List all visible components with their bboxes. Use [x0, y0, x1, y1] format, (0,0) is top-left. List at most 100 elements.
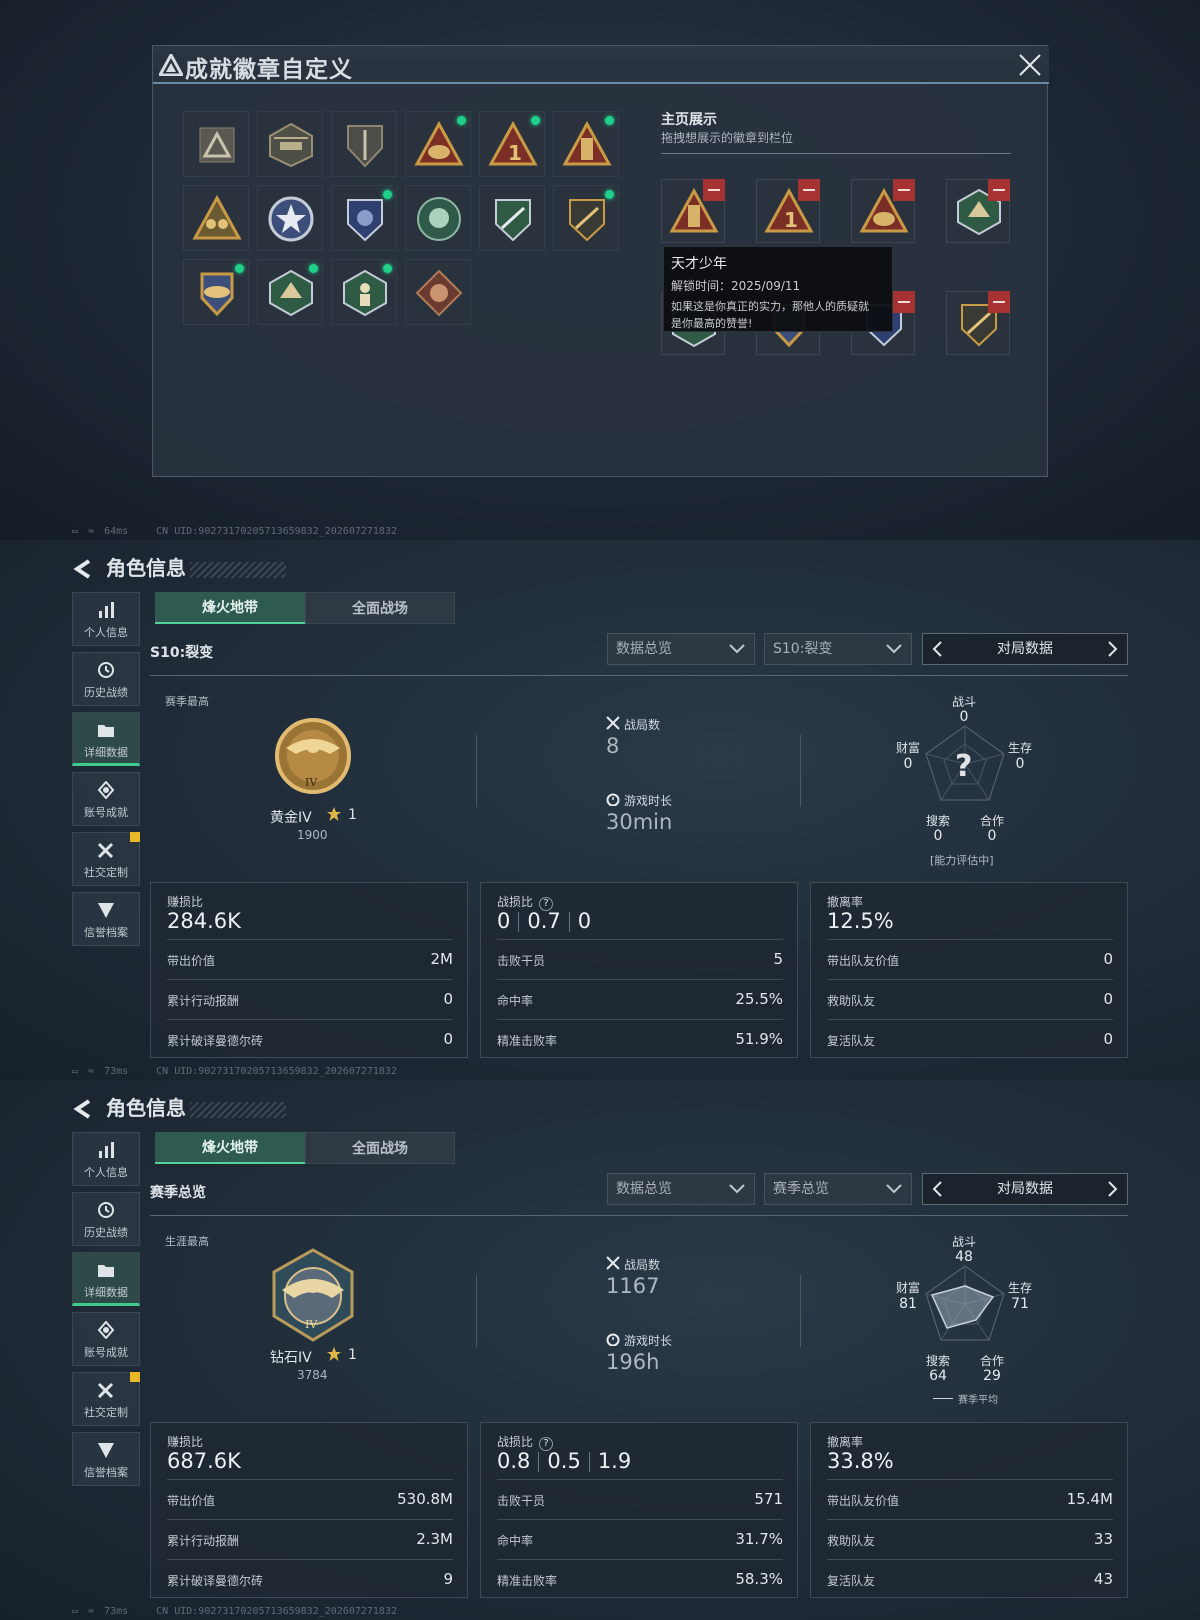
divider — [800, 735, 801, 807]
radar-survive-label: 生存 — [1007, 1281, 1032, 1295]
bar-chart-icon — [99, 1142, 114, 1158]
display-slot-2[interactable]: 1 — [756, 179, 820, 243]
sidebar-item-history[interactable]: 历史战绩 — [72, 1192, 140, 1246]
tab-battlefield[interactable]: 全面战场 — [305, 1132, 455, 1164]
sidebar-label: 账号成就 — [84, 1346, 128, 1359]
sidebar-item-credit[interactable]: 信誉档案 — [72, 1432, 140, 1486]
remove-badge-button[interactable] — [988, 179, 1010, 201]
dropdown-value: 数据总览 — [616, 641, 672, 657]
season-dropdown[interactable]: 赛季总览 — [764, 1173, 912, 1205]
chevron-right-icon[interactable] — [1107, 1181, 1119, 1197]
ratio-value-2: 0.7 — [527, 909, 561, 933]
season-best-label: 赛季最高 — [165, 695, 209, 708]
remove-badge-button[interactable] — [798, 179, 820, 201]
medal-icon — [97, 781, 115, 799]
rank-star-count: 1 — [348, 1347, 357, 1363]
back-arrow-icon[interactable] — [72, 558, 94, 580]
sidebar-item-history[interactable]: 历史战绩 — [72, 652, 140, 706]
sidebar-item-personal-info[interactable]: 个人信息 — [72, 592, 140, 646]
stat-value: 0 — [443, 990, 453, 1008]
badge-police-shield[interactable] — [331, 185, 397, 251]
badge-star-wreath[interactable] — [257, 185, 323, 251]
stat-row: 带出价值 530.8M — [167, 1479, 453, 1519]
profile-season-screen: 角色信息 个人信息 历史战绩 详细数据 账号成就 社交定制 信誉档案 烽火地带 … — [0, 540, 1200, 1080]
playtime-label: 游戏时长 — [624, 794, 673, 808]
back-arrow-icon[interactable] — [72, 1098, 94, 1120]
stat-key: 击败干员 — [497, 1494, 546, 1508]
badge-wings-shield[interactable] — [183, 259, 249, 325]
tab-battlefield[interactable]: 全面战场 — [305, 592, 455, 624]
badge-green-rifle[interactable] — [479, 185, 545, 251]
radar-coop-label: 合作 — [979, 814, 1004, 828]
sidebar-label: 历史战绩 — [84, 1226, 128, 1239]
data-overview-dropdown[interactable]: 数据总览 — [607, 633, 755, 665]
close-icon[interactable] — [1017, 52, 1043, 78]
radar-search-label: 搜索 — [925, 814, 950, 828]
sidebar-label: 个人信息 — [84, 1166, 128, 1179]
ratio-value-1: 0.8 — [497, 1449, 531, 1473]
sidebar-item-credit[interactable]: 信誉档案 — [72, 892, 140, 946]
wifi-icon: ≈ — [88, 1605, 95, 1617]
card-value: 12.5% — [827, 909, 894, 933]
chevron-left-icon[interactable] — [931, 1181, 943, 1197]
sidebar-item-achievements[interactable]: 账号成就 — [72, 1312, 140, 1366]
tab-warzone[interactable]: 烽火地带 — [155, 1132, 305, 1164]
display-slot-1[interactable] — [661, 179, 725, 243]
tools-icon — [97, 842, 114, 859]
chevron-left-icon[interactable] — [931, 641, 943, 657]
legend-line — [933, 1398, 953, 1399]
badge-gold-rifle[interactable] — [553, 185, 619, 251]
display-slot-4[interactable] — [946, 179, 1010, 243]
chevron-right-icon[interactable] — [1107, 641, 1119, 657]
stat-row: 救助队友 33 — [827, 1519, 1113, 1559]
folder-icon — [98, 1265, 114, 1277]
sidebar-item-social[interactable]: 社交定制 — [72, 832, 140, 886]
card-value: 284.6K — [167, 909, 241, 933]
tools-icon — [97, 1382, 114, 1399]
display-slot-3[interactable] — [851, 179, 915, 243]
remove-badge-button[interactable] — [893, 179, 915, 201]
badge-green-emblem[interactable] — [405, 185, 471, 251]
sidebar-item-details[interactable]: 详细数据 — [72, 712, 140, 766]
divider — [476, 1275, 477, 1347]
sidebar-label: 社交定制 — [84, 866, 128, 879]
battery-icon: ▭ — [72, 1065, 79, 1077]
sidebar-label: 信誉档案 — [84, 1466, 128, 1479]
badge-soldiers[interactable] — [183, 185, 249, 251]
sidebar-label: 社交定制 — [84, 1406, 128, 1419]
ping: 73ms — [104, 1065, 129, 1077]
data-overview-dropdown[interactable]: 数据总览 — [607, 1173, 755, 1205]
badge-number-one[interactable]: 1 — [479, 111, 545, 177]
badge-helmet[interactable] — [405, 111, 471, 177]
sidebar-item-social[interactable]: 社交定制 — [72, 1372, 140, 1426]
display-slot-8[interactable] — [946, 291, 1010, 355]
title-decoration — [190, 1102, 286, 1118]
badge-green-hex-figure[interactable] — [331, 259, 397, 325]
radar-coop-value: 0 — [987, 828, 997, 844]
remove-badge-button[interactable] — [988, 291, 1010, 313]
season-dropdown[interactable]: S10:裂变 — [764, 633, 912, 665]
badge-green-hex-eagle[interactable] — [257, 259, 323, 325]
sidebar-item-details[interactable]: 详细数据 — [72, 1252, 140, 1306]
sidebar-item-achievements[interactable]: 账号成就 — [72, 772, 140, 826]
radar-chart: ? — [925, 725, 1005, 801]
badge-dragon[interactable] — [405, 259, 471, 325]
badge-delta[interactable] — [183, 111, 249, 177]
uid: CN UID:9027317020571365983​2_20260727183… — [156, 525, 397, 537]
sidebar-item-personal-info[interactable]: 个人信息 — [72, 1132, 140, 1186]
remove-badge-button[interactable] — [703, 179, 725, 201]
badge-shield-sword[interactable] — [331, 111, 397, 177]
badge-tower[interactable] — [553, 111, 619, 177]
badge-tooltip: 天才少年 解锁时间：2025/09/11 如果这是你真正的实力，那他人的质疑就 … — [663, 246, 893, 332]
notice-flag — [130, 1372, 140, 1382]
radar-wealth-label: 财富 — [895, 1281, 920, 1295]
radar-survive-label: 生存 — [1007, 741, 1032, 755]
stat-value: 5 — [773, 950, 783, 968]
tab-warzone[interactable]: 烽火地带 — [155, 592, 305, 624]
diamond-rank-emblem: IV — [272, 1248, 354, 1342]
new-dot — [383, 264, 392, 273]
badge-helicopter[interactable] — [257, 111, 323, 177]
radar-search-label: 搜索 — [925, 1354, 950, 1368]
sidebar-label: 详细数据 — [84, 1286, 128, 1299]
remove-badge-button[interactable] — [893, 291, 915, 313]
